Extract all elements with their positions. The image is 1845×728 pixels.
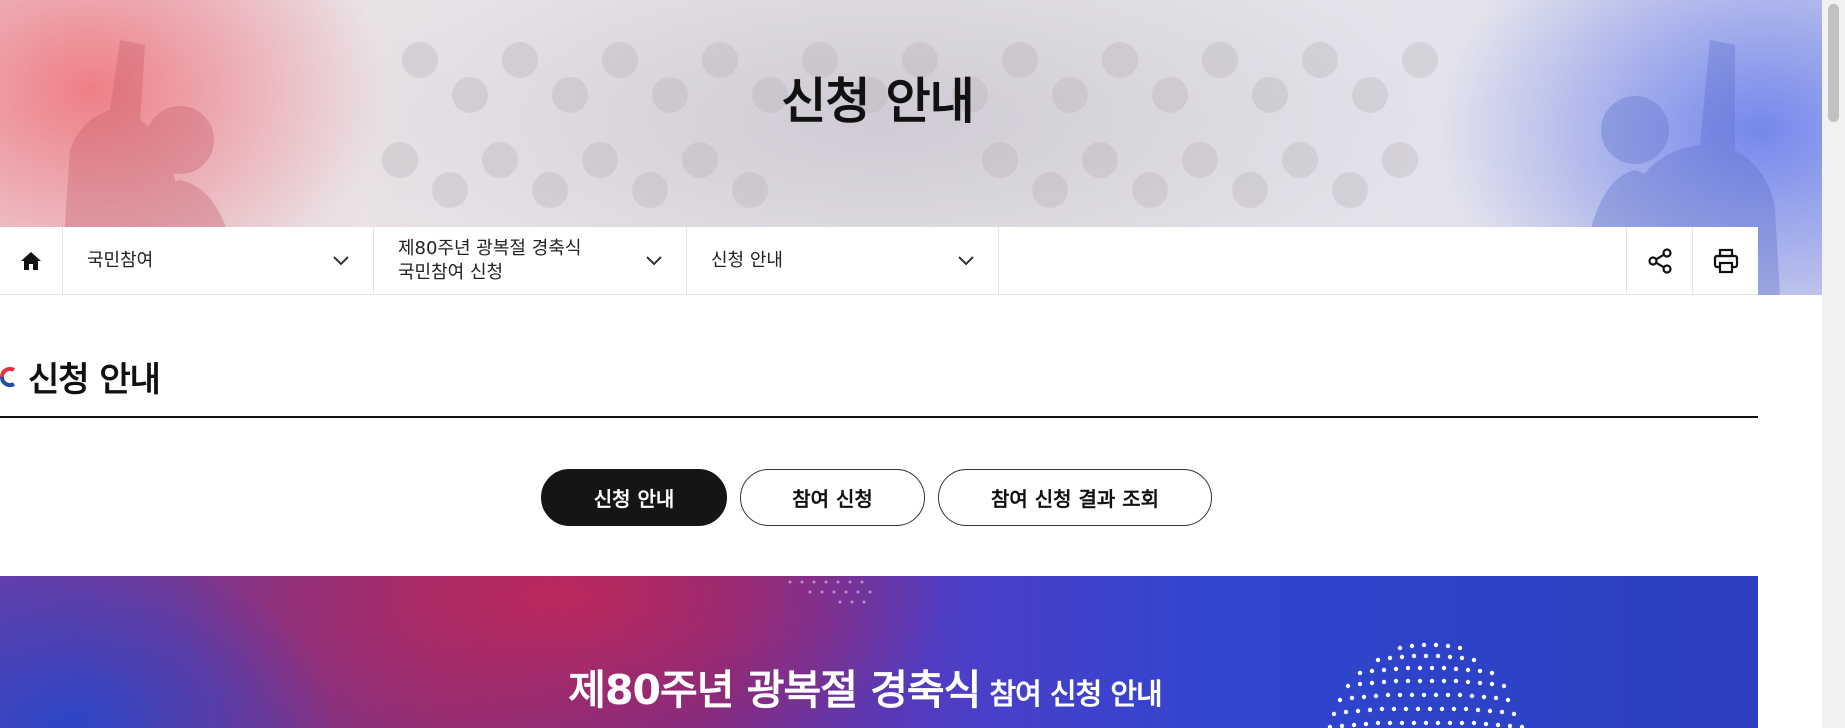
print-button[interactable]	[1692, 227, 1758, 295]
event-banner: 제80주년 광복절 경축식 참여 신청 안내	[0, 576, 1758, 728]
taegeuk-mark-icon	[0, 366, 15, 387]
nav-dropdown-category[interactable]: 국민참여	[63, 227, 374, 295]
tab-participation-apply[interactable]: 참여 신청	[740, 469, 925, 526]
print-icon	[1713, 248, 1738, 274]
home-icon	[21, 252, 41, 270]
share-button[interactable]	[1626, 227, 1692, 295]
chevron-down-icon	[958, 256, 974, 266]
banner-title-main: 제80주년 광복절 경축식	[568, 666, 981, 714]
share-icon	[1647, 248, 1672, 274]
section-title: 신청 안내	[28, 360, 161, 400]
content-tabs: 신청 안내 참여 신청 참여 신청 결과 조회	[541, 469, 1212, 526]
nav-dropdown-label-line1: 제80주년 광복절 경축식	[398, 238, 582, 259]
nav-dropdown-label: 국민참여	[87, 250, 154, 271]
home-button[interactable]	[0, 227, 63, 295]
hero-title: 신청 안내	[781, 73, 974, 130]
nav-dropdown-label-line2: 국민참여 신청	[398, 262, 504, 283]
nav-dropdown-page[interactable]: 제80주년 광복절 경축식 국민참여 신청	[374, 227, 687, 295]
section-divider	[0, 416, 1758, 418]
banner-dot-pattern	[788, 580, 872, 604]
section-header: 신청 안내	[0, 352, 161, 401]
chevron-down-icon	[646, 256, 662, 266]
breadcrumb-nav: 국민참여 제80주년 광복절 경축식 국민참여 신청 신청 안내	[0, 227, 1758, 295]
tab-application-guide[interactable]: 신청 안내	[541, 469, 727, 526]
tab-application-result[interactable]: 참여 신청 결과 조회	[938, 469, 1212, 526]
nav-dropdown-subpage[interactable]: 신청 안내	[687, 227, 999, 295]
banner-title-sub: 참여 신청 안내	[989, 677, 1162, 711]
page-scrollbar[interactable]	[1822, 0, 1845, 728]
scrollbar-thumb[interactable]	[1828, 4, 1839, 122]
banner-dot-globe	[1327, 642, 1525, 728]
nav-dropdown-label: 신청 안내	[711, 250, 783, 271]
chevron-down-icon	[333, 256, 349, 266]
nav-dropdown-label: 제80주년 광복절 경축식 국민참여 신청	[398, 237, 581, 285]
